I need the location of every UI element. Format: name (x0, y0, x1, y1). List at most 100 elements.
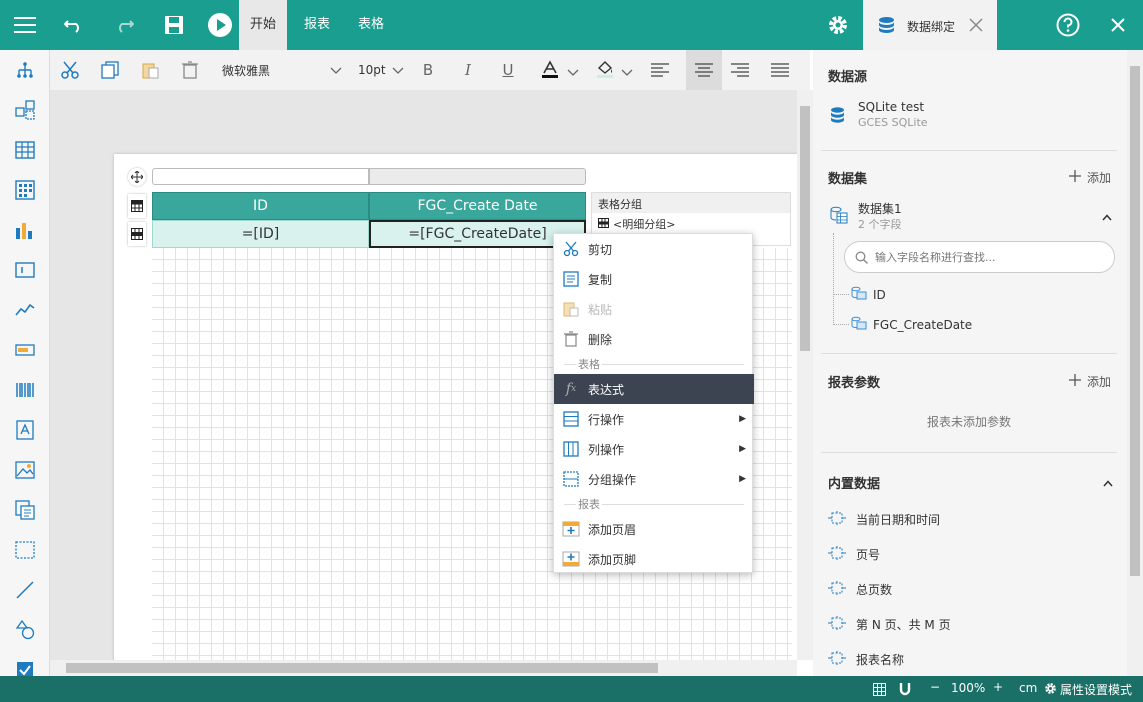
cut-icon (554, 241, 588, 257)
unit-label[interactable]: cm (1019, 681, 1037, 695)
menu-item-add-header[interactable]: 添加页眉 (554, 514, 754, 544)
table-header-cell[interactable]: ID (152, 192, 369, 220)
panel-scrollbar[interactable] (1127, 50, 1143, 676)
menu-item-paste[interactable]: 粘贴 (554, 294, 754, 324)
italic-button[interactable]: I (454, 56, 482, 84)
bar-chart-icon[interactable] (13, 218, 37, 242)
column-handle[interactable] (152, 168, 369, 185)
gear-icon[interactable] (823, 10, 853, 40)
dataset-item[interactable]: 数据集1 2 个字段 (828, 200, 1118, 232)
font-size-select[interactable]: 10pt (358, 56, 404, 84)
vertical-scroll-thumb[interactable] (800, 106, 810, 351)
zoom-level[interactable]: 100% (951, 681, 985, 695)
zoom-out-button[interactable]: − (930, 680, 940, 694)
menu-item-row-ops[interactable]: 行操作 ▶ (554, 404, 754, 434)
shape-icon[interactable] (13, 618, 37, 642)
table-detail-cell[interactable]: =[ID] (152, 220, 369, 248)
matrix-icon[interactable] (13, 178, 37, 202)
property-mode-button[interactable]: 属性设置模式 (1060, 681, 1132, 698)
paste-icon[interactable] (136, 56, 164, 84)
chevron-up-icon[interactable] (1102, 210, 1112, 224)
add-param-button[interactable]: 添加 (1068, 373, 1111, 390)
menu-item-delete[interactable]: 删除 (554, 324, 754, 354)
grid-toggle-icon[interactable] (873, 683, 886, 699)
help-icon[interactable] (1053, 10, 1083, 40)
chevron-down-icon[interactable] (621, 66, 633, 80)
menu-item-copy[interactable]: 复制 (554, 264, 754, 294)
textbox-icon[interactable] (13, 258, 37, 282)
field-item[interactable]: ID (833, 286, 886, 303)
horizontal-scroll-thumb[interactable] (66, 663, 658, 673)
font-color-icon[interactable] (536, 56, 564, 84)
rectangle-icon[interactable] (13, 538, 37, 562)
container-icon[interactable] (13, 98, 37, 122)
menu-item-expression[interactable]: 𝑓x 表达式 (554, 374, 754, 404)
snap-icon[interactable] (899, 682, 911, 699)
vertical-scrollbar[interactable] (797, 90, 813, 660)
bold-button[interactable]: B (414, 56, 442, 84)
tree-branch (833, 294, 849, 295)
tab-report[interactable]: 报表 (293, 0, 341, 50)
datasource-item[interactable]: SQLite test GCES SQLite (828, 100, 1118, 132)
panel-scroll-thumb[interactable] (1130, 66, 1140, 576)
field-icon (851, 316, 867, 333)
close-icon[interactable] (969, 18, 983, 35)
menu-item-group-ops[interactable]: 分组操作 ▶ (554, 464, 754, 494)
tab-start[interactable]: 开始 (239, 0, 288, 50)
align-left-icon[interactable] (646, 56, 674, 84)
menu-item-add-footer[interactable]: 添加页脚 (554, 544, 754, 574)
zoom-in-button[interactable]: + (993, 680, 1003, 694)
row-handle-header[interactable] (128, 194, 146, 218)
redo-icon[interactable] (109, 10, 139, 40)
align-right-icon[interactable] (726, 56, 754, 84)
chevron-up-icon[interactable] (1103, 476, 1113, 490)
align-center-icon[interactable] (686, 50, 722, 90)
builtin-item[interactable]: 当前日期和时间 (828, 511, 940, 528)
field-search-input[interactable] (875, 248, 1105, 266)
menu-item-col-ops[interactable]: 列操作 ▶ (554, 434, 754, 464)
table-icon[interactable] (13, 138, 37, 162)
report-params-title: 报表参数 (828, 376, 881, 391)
preview-play-icon[interactable] (205, 10, 235, 40)
rich-text-icon[interactable] (13, 418, 37, 442)
tab-data-binding[interactable]: 数据绑定 (863, 0, 997, 50)
add-dataset-button[interactable]: 添加 (1068, 169, 1111, 186)
sparkline-icon[interactable] (13, 298, 37, 322)
delete-icon[interactable] (176, 56, 204, 84)
save-icon[interactable] (159, 10, 189, 40)
builtin-item[interactable]: 总页数 (828, 581, 892, 598)
cut-icon[interactable] (56, 56, 84, 84)
builtin-item[interactable]: 报表名称 (828, 651, 904, 668)
field-item[interactable]: FGC_CreateDate (833, 316, 972, 333)
font-family-select[interactable]: 微软雅黑 (222, 56, 342, 84)
menu-icon[interactable] (10, 10, 40, 40)
copy-icon[interactable] (96, 56, 124, 84)
field-search-box[interactable] (844, 241, 1115, 273)
tab-data-binding-label: 数据绑定 (907, 20, 956, 34)
move-handle-icon[interactable] (128, 168, 146, 186)
builtin-item[interactable]: 第 N 页、共 M 页 (828, 616, 951, 633)
column-handle[interactable] (369, 168, 586, 185)
tree-connector (833, 233, 834, 323)
group-item[interactable]: <明细分组> (598, 216, 675, 232)
menu-item-cut[interactable]: 剪切 (554, 234, 754, 264)
menu-section-table: 表格 (564, 356, 744, 372)
line-icon[interactable] (13, 578, 37, 602)
tab-table[interactable]: 表格 (347, 0, 395, 50)
tree-structure-icon[interactable] (13, 58, 37, 82)
bullet-icon[interactable] (13, 338, 37, 362)
close-window-icon[interactable] (1103, 10, 1133, 40)
subreport-icon[interactable] (13, 498, 37, 522)
underline-button[interactable]: U (494, 56, 522, 84)
menu-item-label: 表达式 (588, 382, 625, 397)
table-header-cell[interactable]: FGC_Create Date (369, 192, 586, 220)
undo-icon[interactable] (59, 10, 89, 40)
horizontal-scrollbar[interactable] (50, 660, 797, 676)
row-handle-detail[interactable] (128, 222, 146, 246)
chevron-down-icon[interactable] (567, 66, 579, 80)
align-justify-icon[interactable] (766, 56, 794, 84)
builtin-item[interactable]: 页号 (828, 546, 880, 563)
image-icon[interactable] (13, 458, 37, 482)
barcode-icon[interactable] (13, 378, 37, 402)
fill-color-icon[interactable] (591, 56, 619, 84)
